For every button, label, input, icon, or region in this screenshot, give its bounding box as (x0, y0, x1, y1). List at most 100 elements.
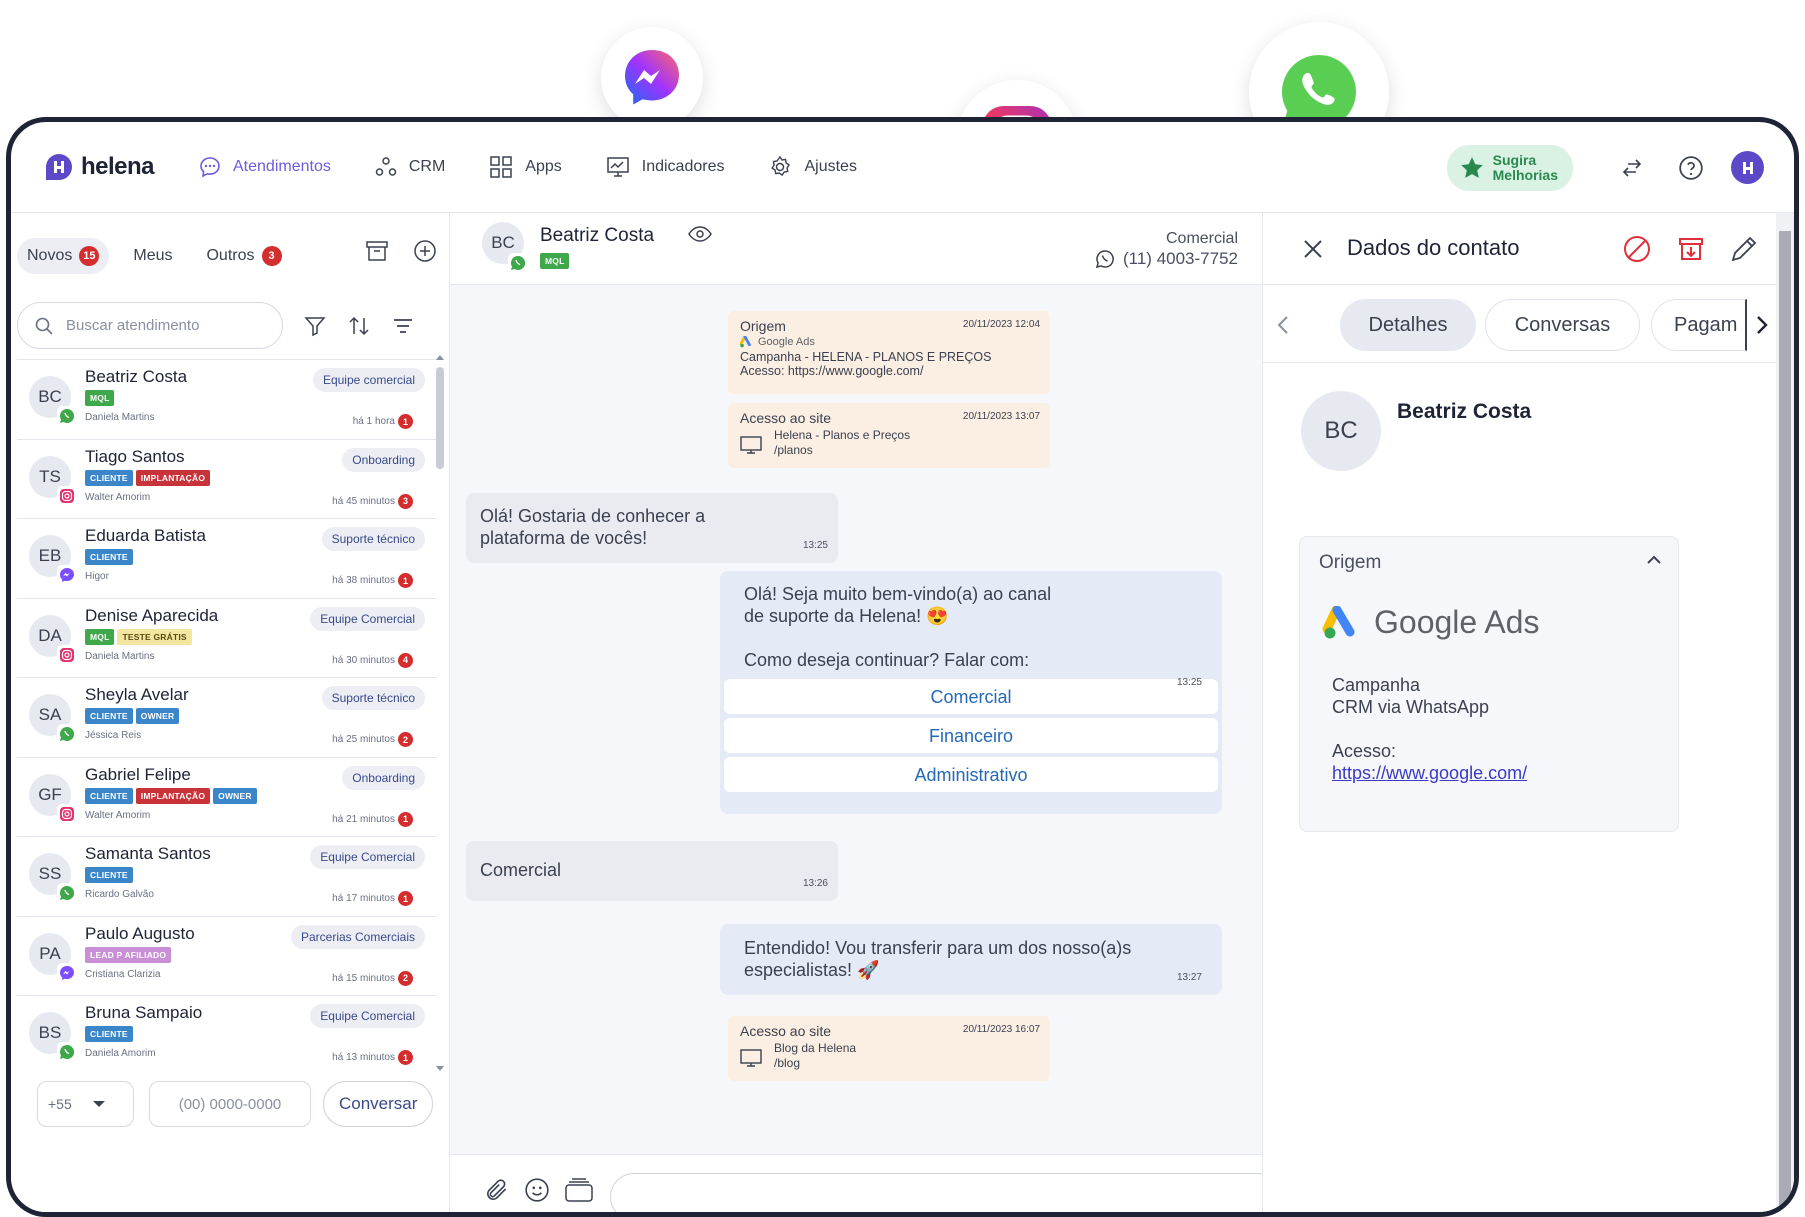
presentation-chart-icon (607, 157, 629, 177)
assigned-agent: Cristiana Clarizia (85, 968, 161, 980)
list-filter-icon[interactable] (391, 314, 415, 338)
new-conversation-bar: +55 (00) 0000-0000 Conversar (37, 1081, 434, 1127)
tab-detalhes[interactable]: Detalhes (1340, 299, 1476, 351)
chat-contact-name: Beatriz Costa (540, 225, 655, 246)
messenger-icon (57, 962, 77, 983)
unread-count-badge: 3 (398, 493, 413, 509)
tab-conversas[interactable]: Conversas (1485, 299, 1640, 351)
access-link[interactable]: https://www.google.com/ (1332, 763, 1527, 783)
templates-icon[interactable] (564, 1177, 594, 1203)
unread-count-badge: 2 (398, 970, 413, 986)
message-outgoing-menu[interactable]: Olá! Seja muito bem-vindo(a) ao canal de… (720, 571, 1222, 814)
start-conversation-label: Conversar (339, 1094, 418, 1113)
visit-card-date: 20/11/2023 13:07 (962, 411, 1040, 422)
chevron-right-icon[interactable] (1756, 315, 1768, 335)
close-icon[interactable] (1303, 239, 1323, 259)
help-icon[interactable] (1678, 155, 1704, 181)
country-code-value: +55 (48, 1096, 72, 1112)
message-text-1a: Olá! Gostaria de conhecer a (480, 506, 706, 526)
list-scrollbar[interactable] (434, 353, 446, 1073)
message-incoming[interactable]: Olá! Gostaria de conhecer a plataforma d… (466, 493, 838, 563)
block-icon[interactable] (1623, 235, 1651, 263)
nav-atendimentos[interactable]: Atendimentos (199, 156, 331, 178)
tab-novos[interactable]: Novos 15 (17, 238, 110, 274)
user-avatar[interactable] (1731, 151, 1764, 184)
paperclip-icon[interactable] (484, 1177, 510, 1203)
message-outgoing[interactable]: Entendido! Vou transferir para um dos no… (720, 924, 1222, 995)
option-comercial[interactable]: Comercial (724, 679, 1218, 714)
conversation-item[interactable]: DA Denise Aparecida MQL TESTE GRÁTIS Daniela… (17, 599, 437, 678)
unread-count-badge: 1 (398, 414, 413, 429)
assigned-agent: Higor (85, 571, 109, 582)
contact-name: Tiago Santos (85, 446, 185, 466)
conversation-item[interactable]: TS Tiago Santos CLIENTE IMPLANTAÇÃO Walter A… (17, 440, 437, 519)
archive-download-icon[interactable] (1677, 235, 1705, 263)
phone-input[interactable]: (00) 0000-0000 (149, 1081, 311, 1127)
search-input[interactable]: Buscar atendimento (17, 302, 283, 349)
suggest-line1: Sugira (1492, 151, 1537, 168)
tab-pagamentos[interactable]: Pagam (1651, 299, 1747, 351)
last-activity-time: há 1 hora (352, 416, 395, 427)
contact-tags: CLIENTE (85, 549, 136, 565)
team-badge: Suporte técnico (321, 527, 425, 551)
suggest-improvements-button[interactable]: Sugira Melhorias (1446, 144, 1573, 191)
message-text-2c: Como deseja continuar? Falar com: (744, 650, 1030, 670)
assigned-agent: Daniela Martins (85, 650, 155, 662)
message-input[interactable] (610, 1173, 1282, 1212)
phone-placeholder: (00) 0000-0000 (178, 1095, 282, 1113)
swap-icon[interactable] (1620, 156, 1644, 180)
chat-bubble-icon (200, 157, 220, 178)
contact-tag: IMPLANTAÇÃO (135, 469, 211, 486)
origin-card-campaign: Campanha - HELENA - PLANOS E PREÇOS (740, 350, 992, 364)
visit-card-date: 20/11/2023 16:07 (962, 1024, 1040, 1035)
conversation-item[interactable]: BS Bruna Sampaio CLIENTE Daniela Amorim Equi… (17, 996, 437, 1071)
contact-tags: MQL (85, 390, 117, 406)
contact-name: Gabriel Felipe (85, 764, 191, 784)
option-administrativo[interactable]: Administrativo (724, 757, 1218, 792)
contact-tag: CLIENTE (85, 708, 133, 724)
brand-name: helena (81, 153, 155, 180)
conversation-item[interactable]: EB Eduarda Batista CLIENTE Higor Suporte téc… (17, 519, 437, 599)
unread-count-badge: 1 (398, 811, 413, 827)
nav-indicadores[interactable]: Indicadores (606, 155, 724, 179)
nav-apps[interactable]: Apps (489, 155, 562, 179)
eye-icon[interactable] (688, 224, 712, 244)
conversation-item[interactable]: PA Paulo Augusto LEAD P AFILIADO Cristiana … (17, 917, 437, 996)
add-circle-icon[interactable] (413, 239, 437, 263)
visit-card-path: /planos (774, 443, 813, 457)
chevron-up-icon[interactable] (1646, 555, 1662, 565)
nav-crm[interactable]: CRM (375, 156, 445, 178)
message-text-4a: Entendido! Vou transferir para um dos no… (744, 938, 1132, 958)
tab-outros[interactable]: Outros 3 (196, 238, 291, 274)
message-text-4b: especialistas! 🚀 (744, 960, 880, 980)
whatsapp-icon (57, 406, 77, 426)
option-financeiro[interactable]: Financeiro (724, 718, 1218, 753)
conversation-item[interactable]: BC Beatriz Costa MQL Daniela Martins Equipe … (17, 360, 437, 440)
last-activity-time: há 25 minutos (332, 734, 395, 745)
contact-tags: CLIENTE (85, 867, 136, 883)
panel-scrollbar[interactable] (1776, 213, 1794, 1212)
inbox-tabs: Novos 15 Meus Outros 3 (17, 238, 306, 274)
nav-ajustes[interactable]: Ajustes (768, 155, 857, 179)
country-code-select[interactable]: +55 (37, 1081, 134, 1127)
tab-meus[interactable]: Meus (123, 238, 182, 274)
message-incoming[interactable]: Comercial 13:26 (466, 841, 838, 901)
conversation-item[interactable]: SS Samanta Santos CLIENTE Ricardo Galvão Equ… (17, 837, 437, 917)
message-composer (450, 1154, 1282, 1212)
chevron-left-icon[interactable] (1277, 315, 1289, 335)
emoji-icon[interactable] (524, 1177, 550, 1203)
tab-meus-label: Meus (133, 247, 173, 264)
assigned-agent: Daniela Amorim (85, 1048, 156, 1059)
edit-pencil-icon[interactable] (1729, 234, 1759, 264)
contact-tag: LEAD P AFILIADO (85, 946, 172, 963)
conversation-item[interactable]: SA Sheyla Avelar CLIENTE OWNER Jéssica Reis S… (17, 678, 437, 758)
contact-tags: CLIENTE IMPLANTAÇÃO OWNER (85, 787, 260, 804)
sort-arrows-icon[interactable] (347, 314, 371, 338)
origin-section: Origem Google Ads Campanha CRM via Whats… (1299, 536, 1679, 832)
filter-icon[interactable] (303, 314, 327, 338)
crm-nodes-icon (375, 157, 397, 176)
conversation-item[interactable]: GF Gabriel Felipe CLIENTE IMPLANTAÇÃO OWNER W… (17, 758, 437, 837)
archive-icon[interactable] (365, 239, 389, 263)
helena-logo[interactable]: helena (44, 152, 199, 182)
start-conversation-button[interactable]: Conversar (323, 1081, 434, 1127)
